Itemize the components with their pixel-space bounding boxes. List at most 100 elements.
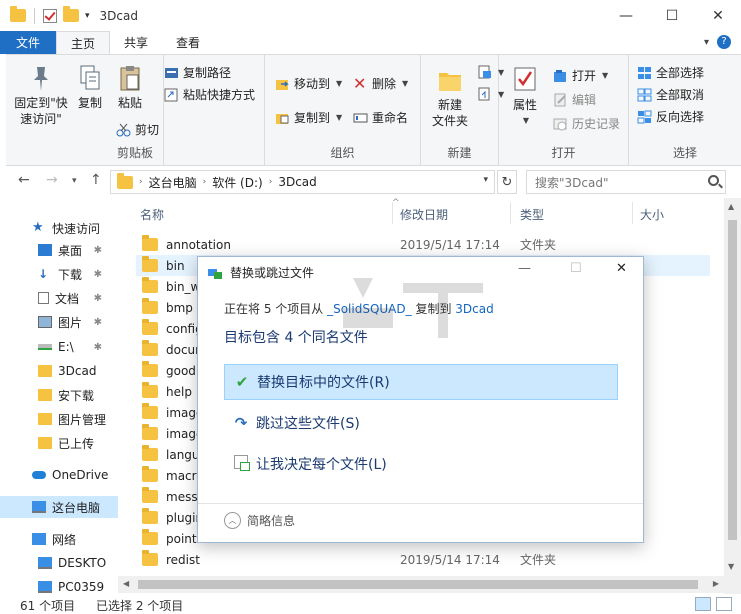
folder-icon: [142, 487, 158, 503]
scroll-up-icon[interactable]: ▲: [728, 202, 734, 211]
file-type: 文件夹: [520, 553, 557, 567]
nav-desktop[interactable]: 桌面 ✱: [0, 239, 118, 261]
breadcrumb-3dcad[interactable]: 3Dcad: [278, 175, 316, 189]
nav-folder-picture-manage[interactable]: 图片管理: [0, 408, 118, 430]
collapse-ribbon-chevron-icon[interactable]: ▾: [704, 37, 709, 48]
customize-toolbar-chevron-icon[interactable]: ▾: [85, 11, 90, 21]
details-view-icon[interactable]: [695, 597, 711, 611]
horizontal-scrollbar[interactable]: ◀ ▶: [118, 576, 724, 593]
column-type[interactable]: 类型: [520, 206, 544, 223]
delete-button[interactable]: ✕ 删除 ▼: [353, 75, 408, 92]
pin-icon[interactable]: ✱: [94, 293, 102, 304]
history-button[interactable]: 历史记录: [553, 115, 620, 132]
divider: [34, 7, 35, 24]
scroll-left-icon[interactable]: ◀: [123, 579, 129, 588]
tab-share[interactable]: 共享: [110, 31, 162, 54]
copy-to-button[interactable]: 复制到 ▼: [275, 109, 342, 126]
skip-files-option[interactable]: ↷ 跳过这些文件(S): [224, 405, 618, 441]
nav-documents[interactable]: 文档 ✱: [0, 287, 118, 309]
properties-icon[interactable]: [43, 8, 57, 23]
paste-button[interactable]: 粘贴: [112, 63, 148, 111]
edit-button[interactable]: 编辑: [553, 91, 596, 108]
pin-icon: [28, 63, 54, 93]
new-folder-button[interactable]: 新建 文件夹: [427, 65, 473, 129]
maximize-button[interactable]: ☐: [649, 0, 695, 31]
scroll-thumb[interactable]: [728, 220, 737, 540]
close-button[interactable]: ✕: [695, 0, 741, 31]
dialog-minimize-button[interactable]: —: [518, 261, 531, 276]
forward-arrow-icon[interactable]: →: [46, 172, 58, 188]
nav-quick-access[interactable]: ★ 快速访问: [0, 217, 118, 239]
decide-each-file-option[interactable]: 让我决定每个文件(L): [224, 446, 618, 482]
pin-icon[interactable]: ✱: [94, 317, 102, 328]
back-arrow-icon[interactable]: ←: [18, 172, 30, 188]
scroll-down-icon[interactable]: ▼: [728, 562, 734, 571]
fewer-details-toggle[interactable]: ︿ 简略信息: [224, 512, 295, 529]
chevron-right-icon[interactable]: ›: [203, 177, 207, 187]
source-folder-link[interactable]: _SolidSQUAD_: [327, 302, 412, 316]
nav-this-pc[interactable]: 这台电脑: [0, 496, 118, 518]
replace-files-option[interactable]: ✔ 替换目标中的文件(R): [224, 364, 618, 400]
chevron-right-icon[interactable]: ›: [269, 177, 273, 187]
pin-icon[interactable]: ✱: [94, 342, 102, 353]
help-button[interactable]: ?: [717, 35, 731, 49]
breadcrumb-this-pc[interactable]: 这台电脑: [149, 174, 197, 191]
nav-network-desktop[interactable]: DESKTO: [0, 552, 118, 574]
nav-folder-3dcad[interactable]: 3Dcad: [0, 360, 118, 382]
vertical-scrollbar[interactable]: ▲ ▼: [724, 198, 741, 594]
search-placeholder: 搜索"3Dcad": [535, 175, 609, 190]
column-name[interactable]: 名称: [140, 206, 164, 223]
pin-icon[interactable]: ✱: [94, 245, 102, 256]
large-icons-view-icon[interactable]: [716, 597, 732, 611]
nav-network-pc0359[interactable]: PC0359: [0, 576, 118, 594]
properties-button[interactable]: 属性 ▼: [509, 65, 541, 129]
address-row: ← → ▾ ↑ › 这台电脑 › 软件 (D:) › 3Dcad ▾ ↻ 搜索"…: [0, 166, 741, 198]
rename-button[interactable]: 重命名: [353, 109, 408, 126]
search-input[interactable]: 搜索"3Dcad": [526, 170, 726, 194]
tab-home[interactable]: 主页: [56, 31, 111, 54]
scroll-right-icon[interactable]: ▶: [713, 579, 719, 588]
select-none-button[interactable]: 全部取消: [637, 86, 704, 103]
column-date[interactable]: 修改日期: [400, 206, 448, 223]
invert-selection-button[interactable]: 反向选择: [637, 108, 704, 125]
nav-network[interactable]: 网络: [0, 528, 118, 550]
refresh-button[interactable]: ↻: [497, 170, 517, 194]
conflict-heading: 目标包含 4 个同名文件: [224, 330, 368, 346]
scroll-thumb[interactable]: [138, 580, 698, 589]
paste-shortcut-button[interactable]: 粘贴快捷方式: [164, 86, 255, 103]
dialog-maximize-button[interactable]: ☐: [570, 261, 582, 276]
table-row[interactable]: redist 2019/5/14 17:14 文件夹: [136, 549, 710, 570]
recent-locations-chevron-icon[interactable]: ▾: [72, 176, 77, 186]
cut-button[interactable]: 剪切: [116, 121, 159, 138]
nav-label: 3Dcad: [58, 364, 97, 378]
move-to-button[interactable]: 移动到 ▼: [275, 75, 342, 92]
tab-view[interactable]: 查看: [162, 31, 214, 54]
nav-downloads[interactable]: ↓ 下载 ✱: [0, 263, 118, 285]
select-all-button[interactable]: 全部选择: [637, 64, 704, 81]
breadcrumb-drive-d[interactable]: 软件 (D:): [212, 174, 262, 191]
destination-folder-link[interactable]: 3Dcad: [455, 302, 493, 316]
chevron-right-icon[interactable]: ›: [139, 177, 143, 187]
table-row[interactable]: annotation 2019/5/14 17:14 文件夹: [136, 234, 710, 255]
tab-file[interactable]: 文件: [0, 31, 56, 54]
copy-to-label: 复制到: [294, 111, 331, 125]
new-folder-icon[interactable]: [63, 6, 79, 22]
nav-label: 图片: [58, 315, 83, 330]
nav-pictures[interactable]: 图片 ✱: [0, 311, 118, 333]
nav-onedrive[interactable]: OneDrive: [0, 464, 118, 486]
pin-quick-access-button[interactable]: 固定到"快速访问": [8, 63, 74, 127]
address-bar[interactable]: › 这台电脑 › 软件 (D:) › 3Dcad ▾: [110, 170, 495, 194]
nav-folder-uploaded[interactable]: 已上传: [0, 432, 118, 454]
nav-folder-anxiazai[interactable]: 安下载: [0, 384, 118, 406]
copy-path-button[interactable]: 复制路径: [164, 64, 231, 81]
copy-button[interactable]: 复制: [74, 63, 106, 111]
up-arrow-icon[interactable]: ↑: [90, 172, 102, 188]
nav-drive-e[interactable]: E:\ ✱: [0, 336, 118, 358]
address-history-chevron-icon[interactable]: ▾: [483, 175, 488, 185]
dialog-close-button[interactable]: ✕: [616, 261, 627, 276]
column-size[interactable]: 大小: [640, 206, 664, 223]
minimize-button[interactable]: —: [603, 0, 649, 31]
pin-icon[interactable]: ✱: [94, 269, 102, 280]
folder-icon: [142, 508, 158, 524]
open-button[interactable]: 打开 ▼: [553, 67, 608, 84]
